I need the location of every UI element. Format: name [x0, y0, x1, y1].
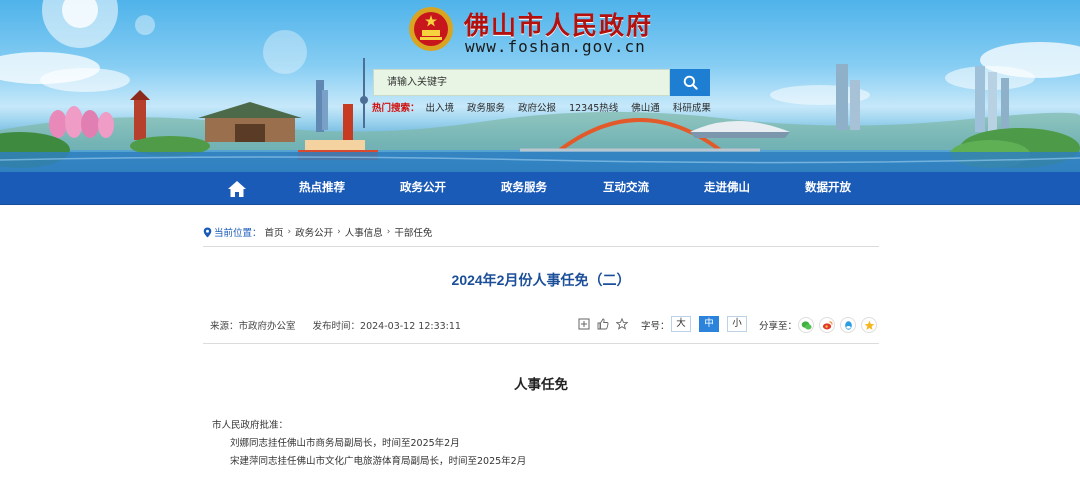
hot-search-label: 热门搜索：: [372, 103, 420, 114]
hot-search-item[interactable]: 政府公报: [518, 100, 556, 114]
divider: [203, 343, 879, 344]
search-button[interactable]: [670, 69, 710, 96]
nav-item-hot[interactable]: 热点推荐: [272, 172, 372, 205]
breadcrumb-separator-icon: ›: [287, 227, 292, 237]
qq-icon: [844, 320, 852, 330]
breadcrumb: 当前位置： 首页 › 政务公开 › 人事信息 › 干部任免: [203, 225, 879, 239]
article-publish-time: 发布时间：2024-03-12 12:33:11: [312, 321, 461, 332]
article-tools: [577, 317, 628, 330]
hot-search-item[interactable]: 12345热线: [569, 100, 618, 114]
share-wechat-button[interactable]: [798, 317, 814, 333]
main-nav: 热点推荐 政务公开 政务服务 互动交流 走进佛山 数据开放: [0, 172, 1080, 205]
share-qzone-button[interactable]: [861, 317, 877, 333]
nav-item-interaction[interactable]: 互动交流: [576, 172, 676, 205]
article-title: 2024年2月份人事任免（二）: [451, 272, 631, 288]
share-qq-button[interactable]: [840, 317, 856, 333]
font-size-label: 字号：: [641, 321, 670, 332]
qzone-icon: [864, 320, 874, 330]
hot-search-item[interactable]: 科研成果: [673, 100, 711, 114]
article-paragraph: 刘娜同志挂任佛山市商务局副局长，时间至2025年2月: [230, 438, 460, 449]
share-weibo-button[interactable]: [819, 317, 835, 333]
weibo-icon: [822, 320, 833, 329]
print-button[interactable]: [577, 317, 590, 330]
wechat-icon: [801, 320, 812, 330]
search-input[interactable]: [374, 70, 669, 95]
print-icon: [578, 318, 589, 329]
font-size-large-button[interactable]: 大: [671, 316, 691, 332]
article-paragraph: 市人民政府批准：: [212, 420, 289, 431]
hot-search-item[interactable]: 政务服务: [467, 100, 505, 114]
article-source: 来源：市政府办公室: [210, 321, 296, 332]
article-paragraph: 宋建萍同志挂任佛山市文化广电旅游体育局副局长，时间至2025年2月: [230, 456, 527, 467]
nav-item-services[interactable]: 政务服务: [474, 172, 574, 205]
breadcrumb-separator-icon: ›: [386, 227, 391, 237]
like-button[interactable]: [596, 317, 609, 330]
font-size-small-button[interactable]: 小: [727, 316, 747, 332]
star-icon: [615, 317, 628, 330]
hot-search-item[interactable]: 佛山通: [631, 100, 660, 114]
site-logo[interactable]: 佛山市人民政府 www.foshan.gov.cn: [408, 4, 708, 56]
header-banner: 佛山市人民政府 www.foshan.gov.cn 热门搜索： 出入境 政务服务…: [0, 0, 1080, 172]
page: 佛山市人民政府 www.foshan.gov.cn 热门搜索： 出入境 政务服务…: [0, 0, 1080, 488]
breadcrumb-item-personnel[interactable]: 人事信息: [345, 225, 383, 239]
nav-item-about-foshan[interactable]: 走进佛山: [677, 172, 777, 205]
nav-item-open-government[interactable]: 政务公开: [373, 172, 473, 205]
search-box: [373, 69, 670, 96]
search-icon: [683, 75, 698, 90]
home-icon: [228, 180, 246, 197]
site-url: www.foshan.gov.cn: [465, 37, 646, 56]
breadcrumb-item-appointments[interactable]: 干部任免: [394, 225, 432, 239]
national-emblem-icon: [409, 7, 453, 51]
font-size-medium-button[interactable]: 中: [699, 316, 719, 332]
thumbs-up-icon: [597, 318, 608, 329]
section-title: 人事任免: [514, 377, 568, 392]
hot-search-item[interactable]: 出入境: [426, 100, 455, 114]
share-label: 分享至：: [759, 321, 798, 332]
divider: [203, 246, 879, 247]
breadcrumb-separator-icon: ›: [337, 227, 341, 237]
hot-search-bar: 热门搜索： 出入境 政务服务 政府公报 12345热线 佛山通 科研成果: [372, 100, 724, 114]
nav-item-open-data[interactable]: 数据开放: [778, 172, 878, 205]
nav-home-button[interactable]: [219, 172, 255, 205]
favorite-button[interactable]: [615, 317, 628, 330]
breadcrumb-item-home[interactable]: 首页: [265, 225, 284, 239]
breadcrumb-item-open-government[interactable]: 政务公开: [295, 225, 333, 239]
article-meta: 来源：市政府办公室 发布时间：2024-03-12 12:33:11: [210, 318, 475, 332]
breadcrumb-label: 当前位置：: [214, 228, 262, 239]
location-pin-icon: [203, 227, 212, 237]
